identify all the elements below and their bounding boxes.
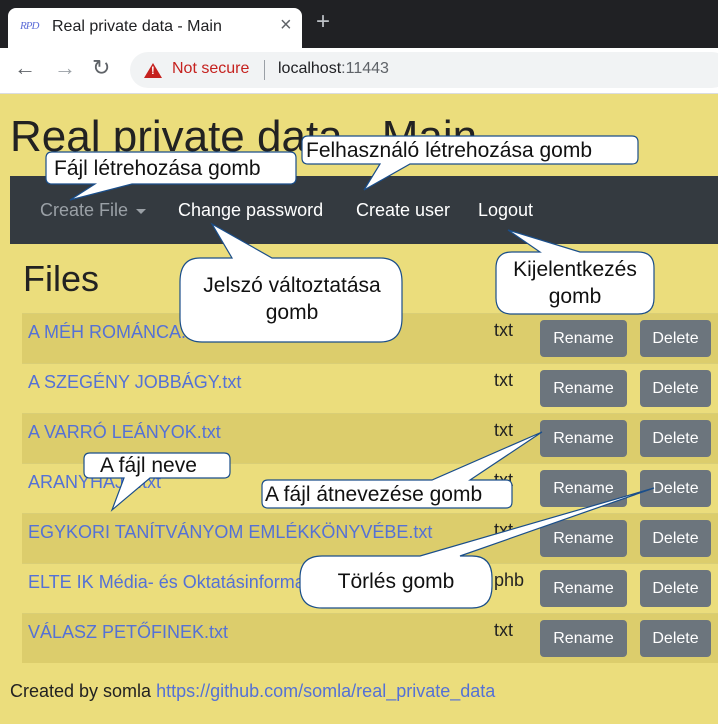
callout-file-name: A fájl neve	[100, 454, 197, 477]
callout-create-user: Felhasználó létrehozása gomb	[306, 139, 593, 162]
callout-rename: A fájl átnevezése gomb	[265, 483, 483, 506]
callout-layer	[45, 135, 655, 609]
callout-logout-line2: gomb	[548, 285, 602, 308]
callout-change-password-line1: Jelszó változtatása	[203, 274, 381, 297]
callout-change-password-line2: gomb	[265, 301, 319, 324]
callout-change-password: Jelszó változtatása gomb	[184, 272, 400, 326]
callout-logout: Kijelentkezés gomb	[498, 256, 652, 310]
callout-create-file: Fájl létrehozása gomb	[54, 157, 261, 180]
callout-logout-line1: Kijelentkezés	[513, 258, 637, 281]
callout-delete: Törlés gomb	[337, 570, 455, 593]
